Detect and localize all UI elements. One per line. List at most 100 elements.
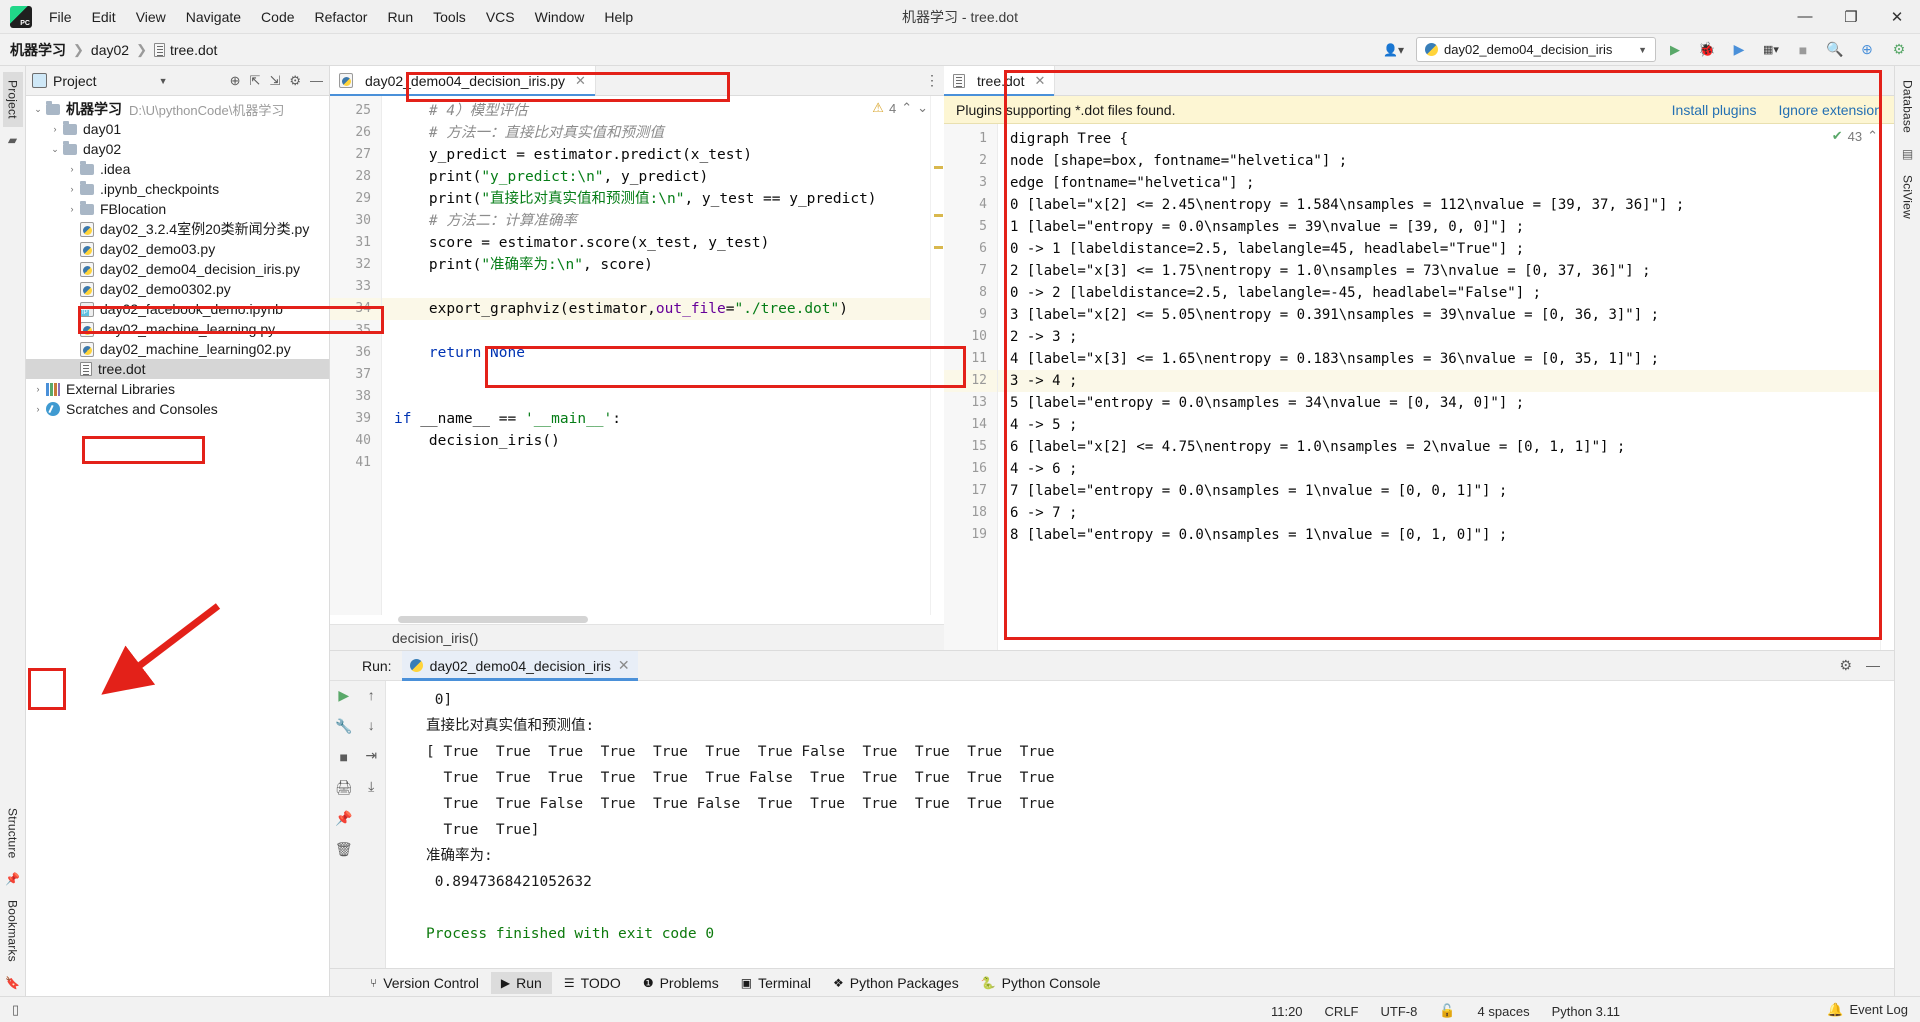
update-button[interactable]: ⊕ (1854, 37, 1880, 63)
tool-window-python-console[interactable]: 🐍 Python Console (971, 972, 1111, 994)
tree-item-scratches-and-consoles[interactable]: › Scratches and Consoles (26, 399, 329, 419)
inspection-widget-left[interactable]: ⚠ 4 ⌃ ⌄ (872, 100, 928, 116)
settings-icon[interactable]: ⚙ (1886, 37, 1912, 63)
breadcrumb-day02[interactable]: day02 (91, 42, 129, 58)
event-log[interactable]: 🔔 Event Log (1827, 1002, 1908, 1018)
lock-icon[interactable]: 🔓 (1439, 1003, 1455, 1019)
menu-view[interactable]: View (127, 5, 175, 29)
tree-item-day02-demo03-py[interactable]: day02_demo03.py (26, 239, 329, 259)
pin-icon[interactable]: 📌 (335, 810, 352, 827)
tree-item-day02-machine-learning-py[interactable]: day02_machine_learning.py (26, 319, 329, 339)
pin-icon[interactable]: 📌 (5, 872, 20, 886)
chevron-right-icon[interactable]: › (30, 384, 46, 394)
ignore-extension-link[interactable]: Ignore extension (1778, 102, 1882, 118)
menu-vcs[interactable]: VCS (477, 5, 524, 29)
search-icon[interactable]: 🔍 (1822, 37, 1848, 63)
tree-item--ipynb-checkpoints[interactable]: › .ipynb_checkpoints (26, 179, 329, 199)
run-button[interactable]: ▶ (1662, 37, 1688, 63)
rail-bookmarks[interactable]: Bookmarks (3, 892, 23, 970)
soft-wrap-icon[interactable]: ⇥ (365, 747, 377, 764)
run-tab-day02-demo04[interactable]: day02_demo04_decision_iris ✕ (401, 650, 638, 681)
status-line-separator[interactable]: CRLF (1325, 1004, 1359, 1019)
profile-button[interactable]: ▦▾ (1758, 37, 1784, 63)
print-icon[interactable]: 🖨 (335, 779, 353, 796)
minimize-icon[interactable]: — (1866, 657, 1880, 674)
maximize-button[interactable]: ❐ (1828, 0, 1874, 34)
menu-navigate[interactable]: Navigate (177, 5, 250, 29)
rail-database[interactable]: Database (1898, 72, 1918, 141)
stop-button[interactable]: ■ (340, 749, 348, 765)
line-number-gutter-right[interactable]: 1 2 3 4 5 6 7 8 9 10 11 12 13 14 15 16 17 18 19 (944, 124, 998, 650)
chevron-right-icon[interactable]: › (30, 404, 46, 414)
status-indent[interactable]: 4 spaces (1478, 1004, 1530, 1019)
next-problem-icon[interactable]: ⌄ (917, 100, 928, 116)
tree-item--idea[interactable]: › .idea (26, 159, 329, 179)
code-viewport-right[interactable]: ✔ 43 ⌃ 1 2 3 4 5 6 7 8 9 10 11 12 13 14 15 16 17 18 19 dig… (944, 124, 1894, 650)
menu-refactor[interactable]: Refactor (306, 5, 377, 29)
rail-project[interactable]: Project (2, 72, 23, 127)
menu-run[interactable]: Run (378, 5, 422, 29)
minimize-button[interactable]: — (1782, 0, 1828, 34)
tree-item-tree-dot[interactable]: tree.dot (26, 359, 329, 379)
breadcrumb-project[interactable]: 机器学习 (10, 40, 66, 60)
close-icon[interactable]: ✕ (618, 657, 630, 674)
breadcrumb-file[interactable]: tree.dot (153, 42, 217, 58)
chevron-right-icon[interactable]: › (64, 184, 80, 194)
bookmark-icon[interactable]: 🔖 (5, 976, 20, 990)
tool-window-todo[interactable]: ☰ TODO (554, 972, 631, 994)
chevron-down-icon[interactable]: ▼ (159, 76, 168, 86)
tree-item--[interactable]: ⌄ 机器学习 D:\U\pythonCode\机器学习 (26, 99, 329, 119)
console-output[interactable]: 0] 直接比对真实值和预测值: [ True True True True True… (386, 681, 1882, 968)
tree-item-day02-demo04-decision-iris-py[interactable]: day02_demo04_decision_iris.py (26, 259, 329, 279)
close-icon[interactable]: ✕ (575, 73, 586, 89)
debug-button[interactable]: 🐞 (1694, 37, 1720, 63)
down-icon[interactable]: ↓ (368, 717, 375, 733)
menu-window[interactable]: Window (526, 5, 594, 29)
locate-icon[interactable]: ⊕ (230, 73, 241, 89)
tree-item-day02-facebook-demo-ipynb[interactable]: day02_facebook_demo.ipynb (26, 299, 329, 319)
tree-item-day02-3-2-4-20-py[interactable]: day02_3.2.4室例20类新闻分类.py (26, 219, 329, 239)
chevron-right-icon[interactable]: › (47, 124, 63, 134)
code-viewport-left[interactable]: ⚠ 4 ⌃ ⌄ 25 26 27 28 29 30 31 32 33 34 35 36 37 38 39 40… (330, 96, 944, 615)
rerun-button[interactable]: ▶ (338, 687, 349, 704)
collapse-all-icon[interactable]: ⇲ (269, 73, 280, 89)
status-interpreter[interactable]: Python 3.11 (1552, 1004, 1620, 1019)
rail-sciview[interactable]: SciView (1898, 167, 1918, 227)
tree-item-day02-machine-learning02-py[interactable]: day02_machine_learning02.py (26, 339, 329, 359)
up-icon[interactable]: ↑ (368, 687, 375, 703)
menu-code[interactable]: Code (252, 5, 303, 29)
inspection-widget-right[interactable]: ✔ 43 ⌃ (1832, 128, 1878, 144)
tab-day02-demo04-decision-iris-py[interactable]: day02_demo04_decision_iris.py ✕ (330, 66, 596, 96)
line-number-gutter-left[interactable]: 25 26 27 28 29 30 31 32 33 34 35 36 37 38 39 40 41 (330, 96, 382, 615)
close-icon[interactable]: ✕ (1034, 73, 1045, 89)
tab-tree-dot[interactable]: tree.dot ✕ (944, 66, 1056, 96)
chevron-down-icon[interactable]: ⌄ (30, 104, 46, 115)
horizontal-scrollbar-left[interactable] (330, 615, 944, 624)
tree-item-day02-demo0302-py[interactable]: day02_demo0302.py (26, 279, 329, 299)
tool-window-run[interactable]: ▶ Run (490, 971, 552, 994)
menu-file[interactable]: File (40, 5, 81, 29)
collapse-inspections-icon[interactable]: ⌃ (1867, 128, 1878, 144)
hide-icon[interactable]: — (310, 73, 323, 88)
tool-window-problems[interactable]: ❶ Problems (633, 972, 729, 994)
chevron-right-icon[interactable]: › (64, 204, 80, 214)
tree-item-day01[interactable]: › day01 (26, 119, 329, 139)
account-icon[interactable]: 👤▾ (1377, 43, 1410, 57)
tool-window-terminal[interactable]: ▣ Terminal (731, 972, 821, 994)
coverage-button[interactable]: ▶ (1726, 37, 1752, 63)
run-configuration-selector[interactable]: day02_demo04_decision_iris ▼ (1416, 37, 1656, 62)
menu-edit[interactable]: Edit (83, 5, 125, 29)
tree-item-day02[interactable]: ⌄ day02 (26, 139, 329, 159)
rail-structure[interactable]: Structure (3, 800, 23, 867)
error-stripe-right[interactable] (1880, 124, 1894, 650)
stop-button[interactable]: ■ (1790, 37, 1816, 63)
console-scrollbar[interactable] (1882, 681, 1894, 968)
code-content-left[interactable]: # 4）模型评估 # 方法一：直接比对真实值和预测值 y_predict = e… (382, 96, 930, 615)
scroll-to-end-icon[interactable]: ⤓ (368, 778, 374, 795)
tree-item-fblocation[interactable]: › FBlocation (26, 199, 329, 219)
install-plugins-link[interactable]: Install plugins (1672, 102, 1757, 118)
wrench-icon[interactable]: 🔧 (335, 718, 352, 735)
tool-window-version-control[interactable]: ⑂ Version Control (360, 972, 489, 994)
status-encoding[interactable]: UTF-8 (1381, 1004, 1418, 1019)
chevron-down-icon[interactable]: ⌄ (47, 144, 63, 155)
